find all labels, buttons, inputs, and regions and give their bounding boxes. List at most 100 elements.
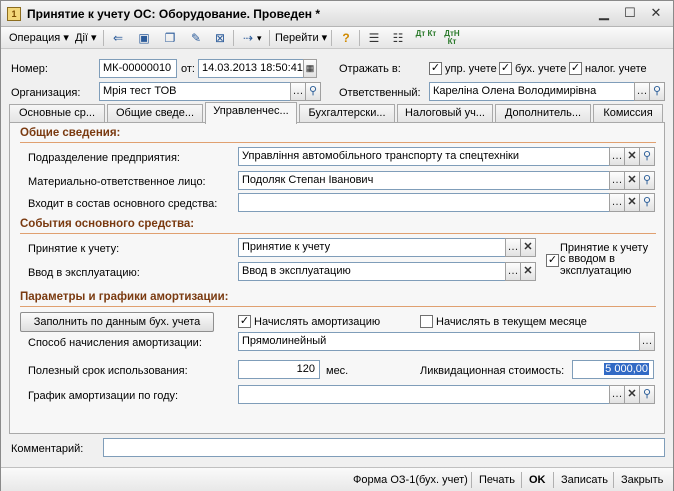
- toolbar: Операция ▾ Дії ▾ ⇐ ▣ ❐ ✎ ⊠ ⇢ ▾ Перейти ▾…: [1, 27, 673, 49]
- depreciation-schedule-search-icon[interactable]: ⚲: [639, 385, 655, 404]
- parent-asset-search-icon[interactable]: ⚲: [639, 193, 655, 212]
- parent-asset-field[interactable]: [238, 193, 610, 212]
- toolbar-separator: [233, 30, 234, 46]
- depreciation-method-field[interactable]: Прямолинейный: [238, 332, 640, 351]
- commissioning-event-field[interactable]: Ввод в эксплуатацию: [238, 262, 506, 281]
- responsible-person-clear-icon[interactable]: ✕: [624, 171, 640, 190]
- help-icon[interactable]: ?: [337, 30, 355, 46]
- toolbar-separator: [331, 30, 332, 46]
- depreciation-schedule-clear-icon[interactable]: ✕: [624, 385, 640, 404]
- book-accounting-checkbox[interactable]: ✓: [499, 62, 512, 75]
- commissioning-event-select-button[interactable]: …: [505, 262, 521, 281]
- fill-from-accounting-button[interactable]: Заполнить по данным бух. учета: [20, 312, 214, 332]
- tab-additional[interactable]: Дополнитель...: [495, 104, 591, 123]
- parent-asset-clear-icon[interactable]: ✕: [624, 193, 640, 212]
- toolbar-separator: [103, 30, 104, 46]
- organization-search-icon[interactable]: ⚲: [305, 82, 321, 101]
- organization-field[interactable]: Мрія тест ТОВ: [99, 82, 291, 101]
- tax-accounting-checkbox[interactable]: ✓: [569, 62, 582, 75]
- department-select-button[interactable]: …: [609, 147, 625, 166]
- commissioning-event-label: Ввод в эксплуатацию:: [28, 267, 140, 279]
- ok-button[interactable]: OK: [529, 473, 546, 487]
- toolbar-separator: [359, 30, 360, 46]
- accrue-depreciation-checkbox[interactable]: ✓: [238, 315, 251, 328]
- document-icon: 1: [7, 7, 21, 21]
- accrue-current-month-label: Начислять в текущем месяце: [436, 316, 587, 328]
- department-label: Подразделение предприятия:: [28, 152, 180, 164]
- tab-accounting[interactable]: Бухгалтерски...: [299, 104, 395, 123]
- enter-based-arrow-icon[interactable]: ▾: [257, 30, 262, 46]
- operation-menu[interactable]: Операция ▾: [9, 30, 69, 46]
- responsible-person-field[interactable]: Подоляк Степан Іванович: [238, 171, 610, 190]
- tab-fixed-assets[interactable]: Основные ср...: [9, 104, 105, 123]
- book-accounting-label: бух. учете: [515, 63, 567, 75]
- minimize-icon[interactable]: ▁: [593, 5, 615, 23]
- copy-icon[interactable]: ❐: [161, 30, 179, 46]
- department-search-icon[interactable]: ⚲: [639, 147, 655, 166]
- new-doc-icon[interactable]: ▣: [135, 30, 153, 46]
- mgmt-accounting-checkbox[interactable]: ✓: [429, 62, 442, 75]
- tab-management[interactable]: Управленчес...: [205, 102, 297, 124]
- post-icon[interactable]: ✎: [187, 30, 205, 46]
- department-clear-icon[interactable]: ✕: [624, 147, 640, 166]
- structure-icon[interactable]: ☰: [365, 30, 383, 46]
- accrue-depreciation-label: Начислять амортизацию: [254, 316, 381, 328]
- tax-accounting-label: налог. учете: [585, 63, 647, 75]
- save-button[interactable]: Записать: [561, 473, 608, 487]
- date-label: от:: [181, 63, 195, 75]
- actions-menu[interactable]: Дії ▾: [75, 30, 97, 46]
- department-field[interactable]: Управління автомобільного транспорту та …: [238, 147, 610, 166]
- parent-asset-select-button[interactable]: …: [609, 193, 625, 212]
- depreciation-schedule-field[interactable]: [238, 385, 610, 404]
- print-button[interactable]: Печать: [479, 473, 515, 487]
- reflect-label: Отражать в:: [339, 63, 401, 75]
- window-title: Принятие к учету ОС: Оборудование. Прове…: [27, 7, 321, 21]
- back-icon[interactable]: ⇐: [109, 30, 127, 46]
- maximize-icon[interactable]: ☐: [619, 5, 641, 23]
- dt-kt-icon[interactable]: Дт Кт: [415, 30, 437, 46]
- calendar-icon[interactable]: ▦: [303, 59, 317, 78]
- with-commissioning-checkbox[interactable]: ✓: [546, 254, 559, 267]
- goto-menu[interactable]: Перейти ▾: [275, 30, 327, 46]
- close-icon[interactable]: ✕: [645, 5, 667, 23]
- responsible-field[interactable]: Кареліна Олена Володимирівна: [429, 82, 635, 101]
- number-field[interactable]: МК-00000010: [99, 59, 177, 78]
- acceptance-event-clear-icon[interactable]: ✕: [520, 238, 536, 257]
- tab-general-info[interactable]: Общие сведе...: [107, 104, 203, 123]
- title-bar: 1 Принятие к учету ОС: Оборудование. Про…: [1, 1, 673, 27]
- with-commissioning-label: с вводом в эксплуатацию: [560, 253, 632, 277]
- depreciation-method-select-button[interactable]: …: [639, 332, 655, 351]
- command-separator: [553, 472, 554, 488]
- salvage-value-label: Ликвидационная стоимость:: [420, 365, 565, 377]
- commissioning-event-clear-icon[interactable]: ✕: [520, 262, 536, 281]
- enter-based-icon[interactable]: ⇢: [239, 30, 257, 46]
- depreciation-schedule-select-button[interactable]: …: [609, 385, 625, 404]
- form-oz1-button[interactable]: Форма ОЗ-1(бух. учет): [353, 473, 468, 487]
- close-button[interactable]: Закрыть: [621, 473, 663, 487]
- section-divider: [20, 142, 656, 143]
- responsible-person-search-icon[interactable]: ⚲: [639, 171, 655, 190]
- management-tab-panel: Общие сведения: Подразделение предприяти…: [9, 122, 665, 434]
- dt-n-kt-icon[interactable]: ДтН Кт: [441, 30, 463, 46]
- toolbar-separator: [269, 30, 270, 46]
- acceptance-event-field[interactable]: Принятие к учету: [238, 238, 506, 257]
- number-label: Номер:: [11, 63, 48, 75]
- responsible-select-button[interactable]: …: [634, 82, 650, 101]
- depreciation-method-label: Способ начисления амортизации:: [28, 337, 202, 349]
- organization-select-button[interactable]: …: [290, 82, 306, 101]
- useful-life-field[interactable]: 120: [238, 360, 320, 379]
- responsible-person-select-button[interactable]: …: [609, 171, 625, 190]
- salvage-value-field[interactable]: 5 000,00: [572, 360, 654, 379]
- comment-field[interactable]: [103, 438, 665, 457]
- accrue-current-month-checkbox[interactable]: [420, 315, 433, 328]
- list-check-icon[interactable]: ☷: [389, 30, 407, 46]
- acceptance-event-select-button[interactable]: …: [505, 238, 521, 257]
- responsible-search-icon[interactable]: ⚲: [649, 82, 665, 101]
- tab-commission[interactable]: Комиссия: [593, 104, 663, 123]
- delete-mark-icon[interactable]: ⊠: [211, 30, 229, 46]
- bottom-command-bar: Форма ОЗ-1(бух. учет) Печать OK Записать…: [1, 467, 673, 491]
- salvage-value-text: 5 000,00: [604, 363, 649, 375]
- command-separator: [521, 472, 522, 488]
- date-field[interactable]: 14.03.2013 18:50:41: [198, 59, 304, 78]
- tab-tax[interactable]: Налоговый уч...: [397, 104, 493, 123]
